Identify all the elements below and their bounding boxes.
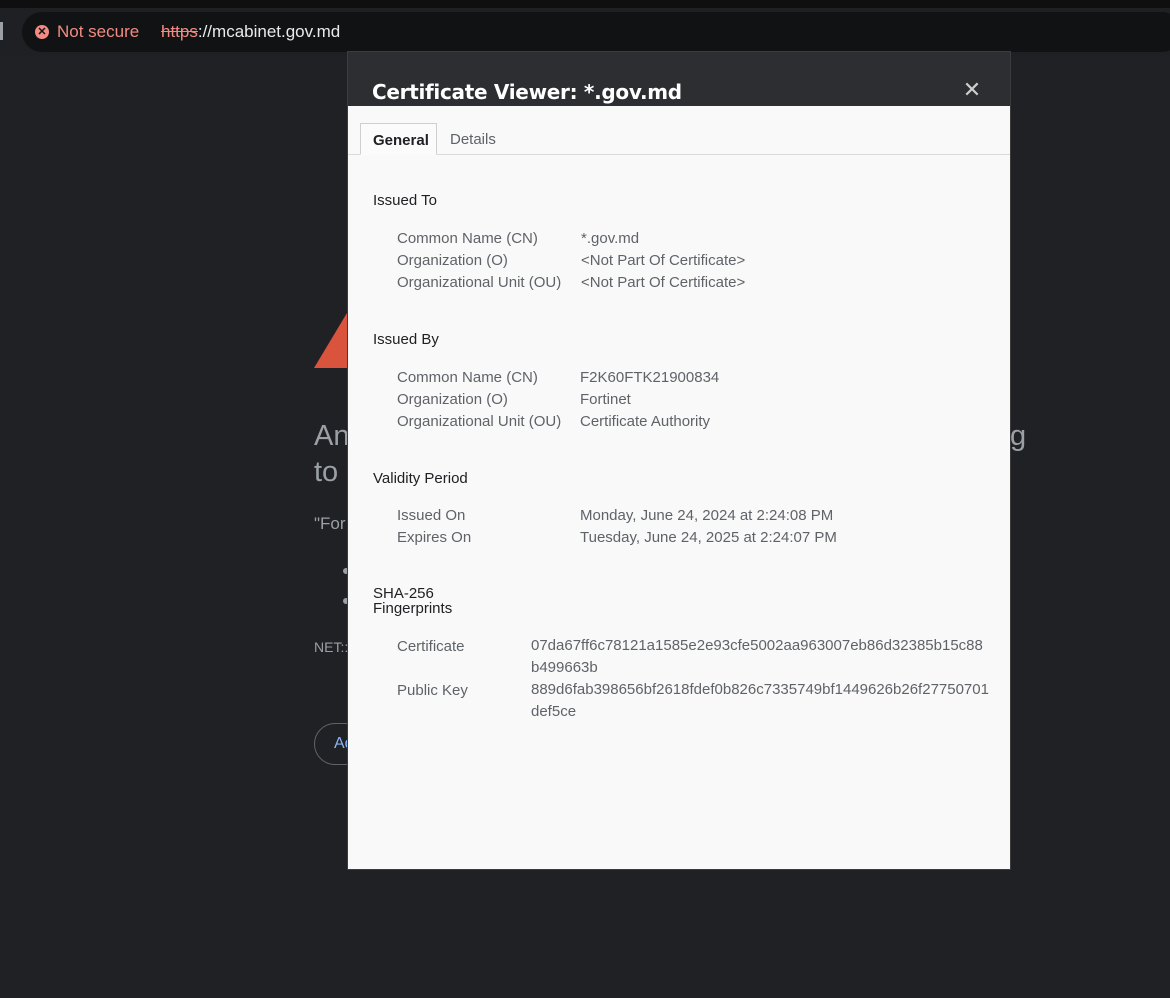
window-top-strip (0, 0, 1170, 8)
certificate-viewer-dialog: Certificate Viewer: *.gov.md ✕ General D… (348, 52, 1010, 869)
dialog-title: Certificate Viewer: *.gov.md (372, 80, 682, 104)
public-key-fingerprint-value: 889d6fab398656bf2618fdef0b826c7335749bf1… (531, 681, 989, 720)
issued-to-cn-value: *.gov.md (581, 230, 640, 247)
expires-on-value: Tuesday, June 24, 2025 at 2:24:07 PM (580, 529, 837, 546)
interstitial-error-code: NET:: (314, 639, 349, 655)
issued-on-value: Monday, June 24, 2024 at 2:24:08 PM (580, 507, 834, 524)
public-key-fingerprint-label: Public Key (397, 682, 468, 699)
interstitial-heading-line2: to (314, 456, 339, 488)
section-validity-period: Validity Period (373, 470, 468, 487)
issued-by-o-label: Organization (O) (397, 391, 508, 408)
interstitial-heading-line1: An (314, 420, 350, 452)
url-scheme: https (161, 22, 198, 41)
issued-to-cn-label: Common Name (CN) (397, 230, 538, 247)
issued-on-label: Issued On (397, 507, 466, 524)
issued-by-ou-label: Organizational Unit (OU) (397, 413, 562, 430)
issued-by-cn-value: F2K60FTK21900834 (580, 369, 720, 386)
certificate-fingerprint-label: Certificate (397, 638, 465, 655)
fingerprints-title-line2: Fingerprints (373, 600, 453, 617)
tab-details[interactable]: Details (438, 123, 508, 154)
url-host: ://mcabinet.gov.md (197, 22, 341, 41)
dialog-header: Certificate Viewer: *.gov.md ✕ (348, 52, 1010, 106)
section-sha256-fingerprints: SHA-256 Fingerprints (373, 586, 452, 616)
expires-on-label: Expires On (397, 529, 472, 546)
issued-by-o-value: Fortinet (580, 391, 631, 408)
issued-to-o-value: <Not Part Of Certificate> (581, 252, 746, 269)
tab-general[interactable]: General (360, 123, 437, 155)
issued-by-ou-value: Certificate Authority (580, 413, 711, 430)
interstitial-description: "For (314, 514, 346, 533)
issued-to-ou-value: <Not Part Of Certificate> (581, 274, 746, 291)
certificate-fingerprint-value: 07da67ff6c78121a1585e2e93cfe5002aa963007… (531, 637, 983, 676)
fingerprints-title-line1: SHA-256 (373, 585, 434, 602)
issued-to-o-label: Organization (O) (397, 252, 508, 269)
issued-to-ou-label: Organizational Unit (OU) (397, 274, 562, 291)
section-issued-by: Issued By (373, 331, 439, 348)
interstitial-heading-tail: g (1010, 420, 1027, 452)
security-status-chip[interactable]: Not secure (57, 22, 139, 42)
dialog-tab-bar: General Details (348, 106, 1010, 155)
tab-strip-edge (0, 22, 3, 40)
url-text[interactable]: https://mcabinet.gov.md (161, 22, 340, 42)
section-issued-to: Issued To (373, 192, 437, 209)
not-secure-warning-icon[interactable]: ✕ (35, 25, 49, 39)
close-icon[interactable]: ✕ (960, 78, 984, 102)
issued-by-cn-label: Common Name (CN) (397, 369, 538, 386)
